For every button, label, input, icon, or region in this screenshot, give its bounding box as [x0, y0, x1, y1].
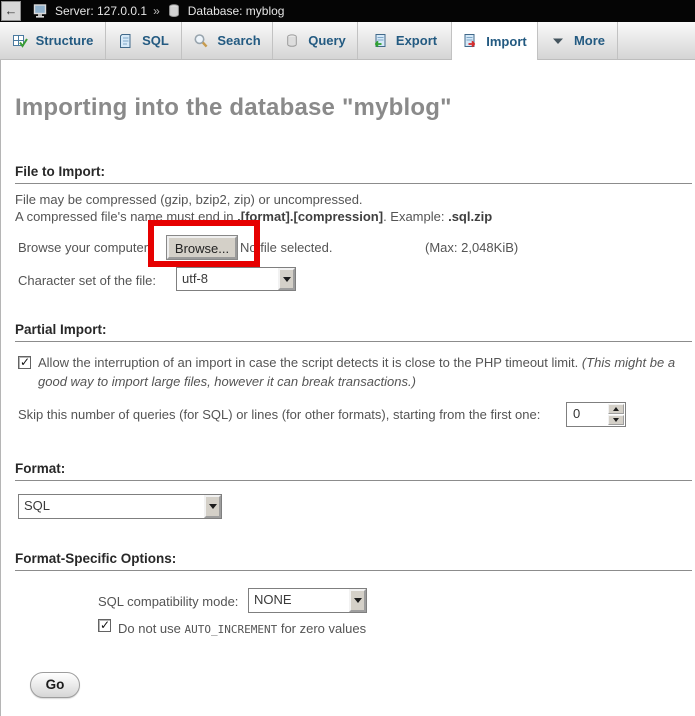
spinner-buttons	[608, 404, 624, 425]
search-icon	[193, 33, 209, 49]
filename-rule-line: A compressed file's name must end in .[f…	[15, 209, 492, 224]
no-file-selected-text: No file selected.	[240, 240, 333, 255]
charset-selected-value: utf-8	[177, 268, 278, 290]
allow-interrupt-label: Allow the interruption of an import in c…	[38, 353, 688, 391]
browse-button[interactable]: Browse...	[167, 236, 237, 259]
dropdown-arrow-icon	[354, 598, 362, 603]
dropdown-arrow-button[interactable]	[204, 495, 221, 518]
tab-bar: Structure SQL Search Query	[0, 22, 695, 60]
server-icon	[33, 3, 49, 19]
tab-label: Query	[308, 33, 346, 48]
tab-label: Export	[396, 33, 437, 48]
import-icon	[462, 33, 478, 49]
max-size-text: (Max: 2,048KiB)	[425, 240, 518, 255]
breadcrumb: Server: 127.0.0.1 » Database: myblog	[33, 3, 284, 19]
breadcrumb-server-link[interactable]: Server: 127.0.0.1	[55, 4, 147, 18]
sql-compatibility-select[interactable]: NONE	[248, 588, 367, 613]
charset-label: Character set of the file:	[18, 273, 156, 288]
more-caret-icon	[550, 33, 566, 49]
allow-interrupt-text: Allow the interruption of an import in c…	[38, 355, 582, 370]
tab-sql[interactable]: SQL	[106, 22, 182, 59]
section-heading-file-to-import: File to Import:	[15, 164, 692, 184]
tab-search[interactable]: Search	[182, 22, 273, 59]
no-auto-increment-checkbox[interactable]: ✓	[98, 619, 111, 632]
dropdown-arrow-button[interactable]	[349, 589, 366, 612]
tab-import[interactable]: Import	[452, 22, 538, 60]
format-select[interactable]: SQL	[18, 494, 222, 519]
spinner-up-button[interactable]	[608, 404, 624, 414]
browse-label: Browse your computer:	[18, 240, 152, 255]
allow-interrupt-checkbox[interactable]: ✓	[18, 356, 31, 369]
section-heading-format-specific-options: Format-Specific Options:	[15, 551, 692, 571]
format-selected-value: SQL	[19, 495, 204, 518]
breadcrumb-bar: ← Server: 127.0.0.1 » Database: myblog	[0, 0, 695, 22]
auto-increment-code: AUTO_INCREMENT	[185, 623, 278, 636]
breadcrumb-database-link[interactable]: Database: myblog	[188, 4, 285, 18]
section-heading-format: Format:	[15, 461, 692, 481]
tab-label: Import	[486, 34, 526, 49]
structure-icon	[12, 33, 28, 49]
sql-icon	[118, 33, 134, 49]
charset-select[interactable]: utf-8	[176, 267, 296, 291]
filename-rule-mid: . Example:	[383, 209, 448, 224]
skip-queries-value: 0	[567, 403, 607, 426]
spinner-down-button[interactable]	[608, 415, 624, 425]
page-title: Importing into the database "myblog"	[15, 94, 452, 122]
filename-rule-example: .sql.zip	[448, 209, 492, 224]
dropdown-arrow-icon	[283, 277, 291, 282]
tab-more[interactable]: More	[538, 22, 618, 59]
skip-queries-stepper[interactable]: 0	[566, 402, 626, 427]
dropdown-arrow-icon	[209, 504, 217, 509]
spinner-down-icon	[613, 418, 619, 422]
filename-rule-prefix: A compressed file's name must end in	[15, 209, 237, 224]
tab-query[interactable]: Query	[273, 22, 358, 59]
database-icon	[166, 3, 182, 19]
back-arrow-icon: ←	[5, 3, 18, 18]
tab-strip-filler	[618, 22, 695, 59]
tab-structure[interactable]: Structure	[0, 22, 106, 59]
tab-label: Search	[217, 33, 260, 48]
export-icon	[372, 33, 388, 49]
go-button[interactable]: Go	[30, 672, 80, 698]
breadcrumb-separator: »	[153, 4, 160, 18]
query-icon	[284, 33, 300, 49]
sql-compatibility-selected-value: NONE	[249, 589, 349, 612]
sql-compatibility-label: SQL compatibility mode:	[98, 594, 238, 609]
auto-increment-prefix: Do not use	[118, 621, 185, 636]
section-heading-partial-import: Partial Import:	[15, 322, 692, 342]
back-button[interactable]: ←	[1, 1, 21, 21]
checkmark-icon: ✓	[100, 620, 110, 631]
tab-label: Structure	[36, 33, 94, 48]
no-auto-increment-label: Do not use AUTO_INCREMENT for zero value…	[118, 621, 366, 636]
checkmark-icon: ✓	[20, 357, 30, 368]
compression-info-line: File may be compressed (gzip, bzip2, zip…	[15, 192, 363, 207]
spinner-up-icon	[613, 407, 619, 411]
tab-export[interactable]: Export	[358, 22, 452, 59]
filename-rule-format: .[format].[compression]	[237, 209, 383, 224]
auto-increment-suffix: for zero values	[277, 621, 366, 636]
tab-label: More	[574, 33, 605, 48]
phpmyadmin-import-page: ← Server: 127.0.0.1 » Database: myblog	[0, 0, 695, 716]
dropdown-arrow-button[interactable]	[278, 268, 295, 290]
tab-label: SQL	[142, 33, 169, 48]
skip-queries-label: Skip this number of queries (for SQL) or…	[18, 407, 540, 422]
